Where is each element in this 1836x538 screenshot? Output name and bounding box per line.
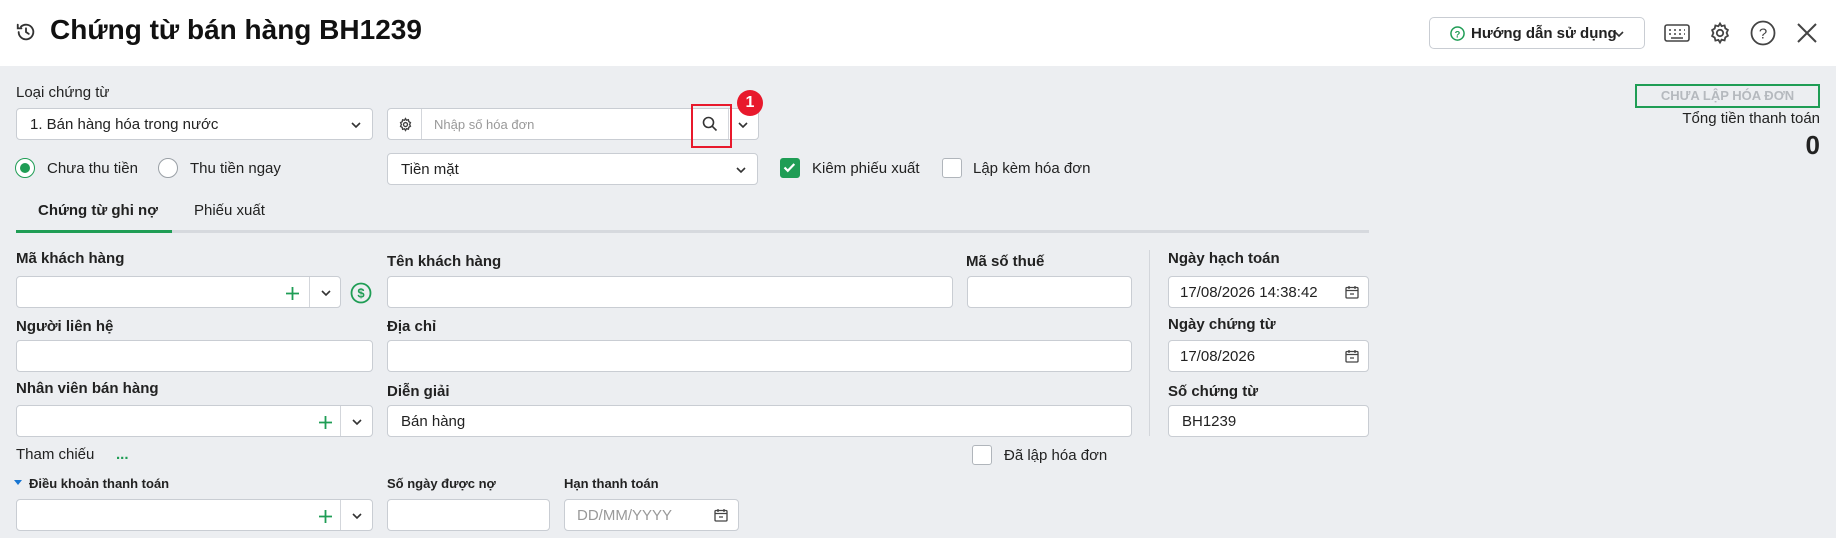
salesperson-label: Nhân viên bán hàng	[16, 380, 159, 397]
due-date-field[interactable]: DD/MM/YYYY	[564, 499, 739, 531]
invoice-checkbox-label: Lập kèm hóa đơn	[973, 160, 1091, 177]
voucher-date-label: Ngày chứng từ	[1168, 316, 1276, 333]
export-checkbox-label: Kiêm phiếu xuất	[812, 160, 920, 177]
posting-date-value: 17/08/2026 14:38:42	[1180, 284, 1318, 301]
description-label: Diễn giải	[387, 383, 450, 400]
chevron-down-icon	[734, 163, 748, 177]
dollar-icon[interactable]: $	[349, 281, 373, 305]
tab-debit-voucher-label: Chứng từ ghi nợ	[38, 202, 158, 219]
calendar-icon[interactable]	[1344, 284, 1360, 300]
add-icon[interactable]	[316, 413, 334, 431]
invoice-status-badge: CHƯA LẬP HÓA ĐƠN	[1635, 84, 1820, 108]
paid-now-radio-label: Thu tiền ngay	[190, 160, 281, 177]
close-icon[interactable]	[1792, 18, 1822, 48]
voucher-date-value: 17/08/2026	[1180, 348, 1256, 365]
voucher-date-field[interactable]: 17/08/2026	[1168, 340, 1369, 372]
divider	[309, 277, 310, 307]
help-button[interactable]: ? Hướng dẫn sử dụng	[1429, 17, 1645, 49]
customer-name-label: Tên khách hàng	[387, 253, 502, 270]
customer-name-field[interactable]	[387, 276, 953, 308]
divider	[340, 500, 341, 530]
address-field[interactable]	[387, 340, 1132, 372]
calendar-icon[interactable]	[713, 507, 729, 523]
tab-export-slip[interactable]: Phiếu xuất	[172, 200, 288, 230]
svg-text:?: ?	[1454, 29, 1460, 39]
voucher-no-field[interactable]: BH1239	[1168, 405, 1369, 437]
tab-export-slip-label: Phiếu xuất	[194, 202, 265, 219]
voucher-no-value: BH1239	[1182, 413, 1237, 430]
customer-code-label: Mã khách hàng	[16, 250, 125, 267]
unpaid-radio-label: Chưa thu tiền	[47, 160, 138, 177]
voucher-type-value: 1. Bán hàng hóa trong nước	[30, 116, 219, 133]
add-icon[interactable]	[316, 507, 334, 525]
payment-terms-label[interactable]: Điều khoản thanh toán	[29, 476, 169, 491]
help-circle-icon: ?	[1449, 25, 1465, 41]
description-value: Bán hàng	[401, 413, 466, 430]
credit-days-field[interactable]	[387, 499, 550, 531]
payment-method-value: Tiền mặt	[401, 161, 459, 178]
tab-debit-voucher[interactable]: Chứng từ ghi nợ	[16, 200, 172, 233]
header-bar: Chứng từ bán hàng BH1239 ? Hướng dẫn sử …	[0, 0, 1836, 66]
address-label: Địa chỉ	[387, 318, 437, 335]
chevron-down-icon[interactable]	[319, 286, 333, 300]
chevron-down-icon[interactable]	[736, 118, 750, 132]
description-field[interactable]: Bán hàng	[387, 405, 1132, 437]
invoice-search-placeholder: Nhập số hóa đơn	[434, 117, 535, 132]
invoiced-checkbox-label: Đã lập hóa đơn	[1004, 447, 1108, 464]
add-icon[interactable]	[283, 284, 301, 302]
credit-days-label: Số ngày được nợ	[387, 476, 496, 491]
invoiced-checkbox[interactable]	[972, 445, 992, 465]
calendar-icon[interactable]	[1344, 348, 1360, 364]
gear-icon[interactable]	[388, 109, 422, 139]
due-date-placeholder: DD/MM/YYYY	[577, 507, 673, 524]
export-checkbox[interactable]	[780, 158, 800, 178]
unpaid-radio[interactable]	[15, 158, 35, 178]
help-button-label: Hướng dẫn sử dụng	[1471, 25, 1617, 42]
chevron-down-icon[interactable]	[350, 509, 364, 523]
posting-date-label: Ngày hạch toán	[1168, 250, 1280, 267]
help-icon[interactable]: ?	[1748, 18, 1778, 48]
tax-code-field[interactable]	[967, 276, 1132, 308]
gear-icon[interactable]	[1705, 18, 1735, 48]
payment-terms-field[interactable]	[16, 499, 373, 531]
search-highlight-box	[691, 104, 732, 148]
column-divider	[1149, 250, 1150, 436]
customer-code-field[interactable]	[16, 276, 341, 308]
tab-bar	[16, 230, 1369, 233]
paid-now-radio[interactable]	[158, 158, 178, 178]
voucher-no-label: Số chứng từ	[1168, 383, 1259, 400]
invoice-checkbox[interactable]	[942, 158, 962, 178]
svg-text:?: ?	[1759, 26, 1767, 43]
voucher-type-label: Loại chứng từ	[16, 84, 110, 101]
posting-date-field[interactable]: 17/08/2026 14:38:42	[1168, 276, 1369, 308]
due-date-label: Hạn thanh toán	[564, 476, 659, 491]
chevron-down-icon	[349, 118, 363, 132]
salesperson-field[interactable]	[16, 405, 373, 437]
tax-code-label: Mã số thuế	[966, 253, 1045, 270]
voucher-type-select[interactable]: 1. Bán hàng hóa trong nước	[16, 108, 373, 140]
divider	[340, 406, 341, 436]
total-value: 0	[1805, 130, 1820, 160]
step-marker-badge: 1	[737, 90, 763, 116]
reference-more-link[interactable]: ...	[116, 446, 129, 463]
reference-label: Tham chiếu	[16, 446, 95, 463]
page-title: Chứng từ bán hàng BH1239	[50, 14, 422, 45]
chevron-down-icon[interactable]	[350, 415, 364, 429]
caret-down-icon[interactable]	[13, 478, 23, 488]
divider	[421, 109, 422, 139]
keyboard-icon[interactable]	[1662, 18, 1692, 48]
history-icon[interactable]	[14, 20, 38, 44]
chevron-down-icon	[1612, 27, 1626, 41]
contact-field[interactable]	[16, 340, 373, 372]
contact-label: Người liên hệ	[16, 318, 114, 335]
svg-text:$: $	[357, 286, 365, 301]
total-label: Tổng tiền thanh toán	[1682, 110, 1820, 127]
payment-method-select[interactable]: Tiền mặt	[387, 153, 758, 185]
